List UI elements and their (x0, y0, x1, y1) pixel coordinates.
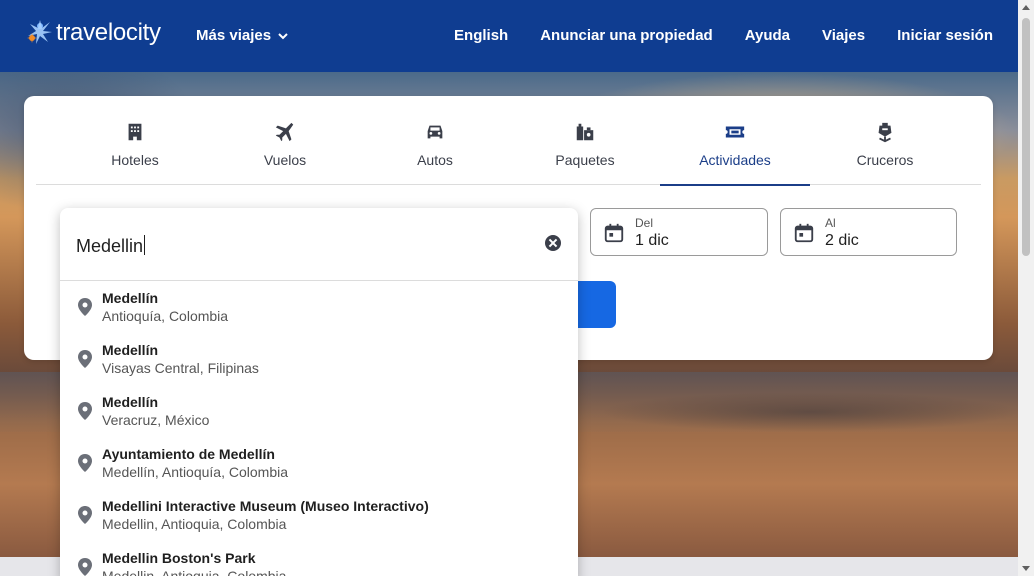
nav-language[interactable]: English (454, 27, 508, 44)
suggestion-item[interactable]: Medellín Antioquía, Colombia (60, 288, 578, 340)
cruise-icon (878, 122, 892, 143)
top-header: travelocity Más viajes English Anunciar … (0, 0, 1018, 72)
date-to-field[interactable]: Al 2 dic (780, 208, 957, 256)
plane-icon (275, 122, 294, 142)
logo-star-icon (24, 18, 54, 48)
suggestion-title: Medellini Interactive Museum (Museo Inte… (102, 498, 429, 514)
date-to-value: 2 dic (825, 232, 859, 249)
location-pin-icon (78, 506, 92, 524)
more-trips-menu[interactable]: Más viajes (196, 27, 289, 44)
tab-packages-label: Paquetes (555, 152, 615, 168)
travelocity-logo[interactable]: travelocity (24, 18, 161, 48)
suggestion-item[interactable]: Medellini Interactive Museum (Museo Inte… (60, 496, 578, 548)
chevron-down-icon (278, 32, 288, 39)
search-tabs: Hoteles Vuelos Autos Paquetes Actividade… (36, 96, 981, 186)
ticket-icon (725, 126, 745, 138)
nav-sign-in[interactable]: Iniciar sesión (897, 27, 993, 44)
destination-autocomplete: Medellin Medellín Antioquía, Colombia Me… (60, 208, 578, 576)
date-from-label: Del (635, 216, 654, 230)
logo-text: travelocity (56, 19, 161, 46)
nav-trips[interactable]: Viajes (822, 27, 865, 44)
suggestion-subtitle: Veracruz, México (102, 412, 210, 428)
date-from-field[interactable]: Del 1 dic (590, 208, 768, 256)
date-from-value: 1 dic (635, 232, 669, 249)
destination-input-value: Medellin (76, 236, 144, 256)
location-pin-icon (78, 402, 92, 420)
tab-cars-label: Autos (417, 152, 453, 168)
suggestion-title: Ayuntamiento de Medellín (102, 446, 275, 462)
suggestion-title: Medellín (102, 290, 159, 306)
suggestion-title: Medellin Boston's Park (102, 550, 256, 566)
scroll-down-arrow-icon[interactable] (1022, 566, 1030, 571)
tab-cruises-label: Cruceros (856, 152, 914, 168)
calendar-icon (794, 223, 814, 243)
suggestion-title: Medellín (102, 394, 159, 410)
suggestion-item[interactable]: Medellín Veracruz, México (60, 392, 578, 444)
location-pin-icon (78, 454, 92, 472)
hotel-icon (128, 123, 142, 141)
tab-hotels[interactable]: Hoteles (60, 96, 210, 185)
suggestion-subtitle: Medellin, Antioquia, Colombia (102, 568, 287, 576)
car-icon (427, 125, 443, 139)
suggestion-subtitle: Medellin, Antioquia, Colombia (102, 516, 287, 532)
tab-flights-label: Vuelos (263, 152, 307, 168)
tab-hotels-label: Hoteles (111, 152, 159, 168)
header-nav: English Anunciar una propiedad Ayuda Via… (454, 27, 993, 44)
suggestion-list: Medellín Antioquía, Colombia Medellín Vi… (60, 288, 578, 576)
location-pin-icon (78, 558, 92, 576)
tab-cars[interactable]: Autos (360, 96, 510, 185)
date-to-label: Al (825, 216, 836, 230)
tab-cruises[interactable]: Cruceros (810, 96, 960, 185)
clear-input-icon[interactable] (545, 235, 561, 251)
location-pin-icon (78, 350, 92, 368)
nav-list-property[interactable]: Anunciar una propiedad (540, 27, 713, 44)
scroll-up-arrow-icon[interactable] (1022, 5, 1030, 10)
more-trips-label: Más viajes (196, 27, 272, 44)
tab-flights[interactable]: Vuelos (210, 96, 360, 185)
suggestion-item[interactable]: Ayuntamiento de Medellín Medellín, Antio… (60, 444, 578, 496)
nav-help[interactable]: Ayuda (745, 27, 790, 44)
suggestion-subtitle: Medellín, Antioquía, Colombia (102, 464, 288, 480)
calendar-icon (604, 223, 624, 243)
scrollbar-thumb[interactable] (1022, 18, 1030, 256)
suggestion-item[interactable]: Medellín Visayas Central, Filipinas (60, 340, 578, 392)
suggestion-subtitle: Visayas Central, Filipinas (102, 360, 259, 376)
destination-input[interactable]: Medellin (60, 208, 578, 281)
tab-activities-label: Actividades (699, 152, 771, 168)
suggestion-subtitle: Antioquía, Colombia (102, 308, 229, 324)
package-icon (576, 123, 594, 141)
page-scrollbar[interactable] (1018, 0, 1034, 576)
suggestion-title: Medellín (102, 342, 159, 358)
tab-activities[interactable]: Actividades (660, 96, 810, 186)
location-pin-icon (78, 298, 92, 316)
tab-packages[interactable]: Paquetes (510, 96, 660, 185)
suggestion-item[interactable]: Medellin Boston's Park Medellin, Antioqu… (60, 548, 578, 576)
text-caret (144, 235, 146, 255)
